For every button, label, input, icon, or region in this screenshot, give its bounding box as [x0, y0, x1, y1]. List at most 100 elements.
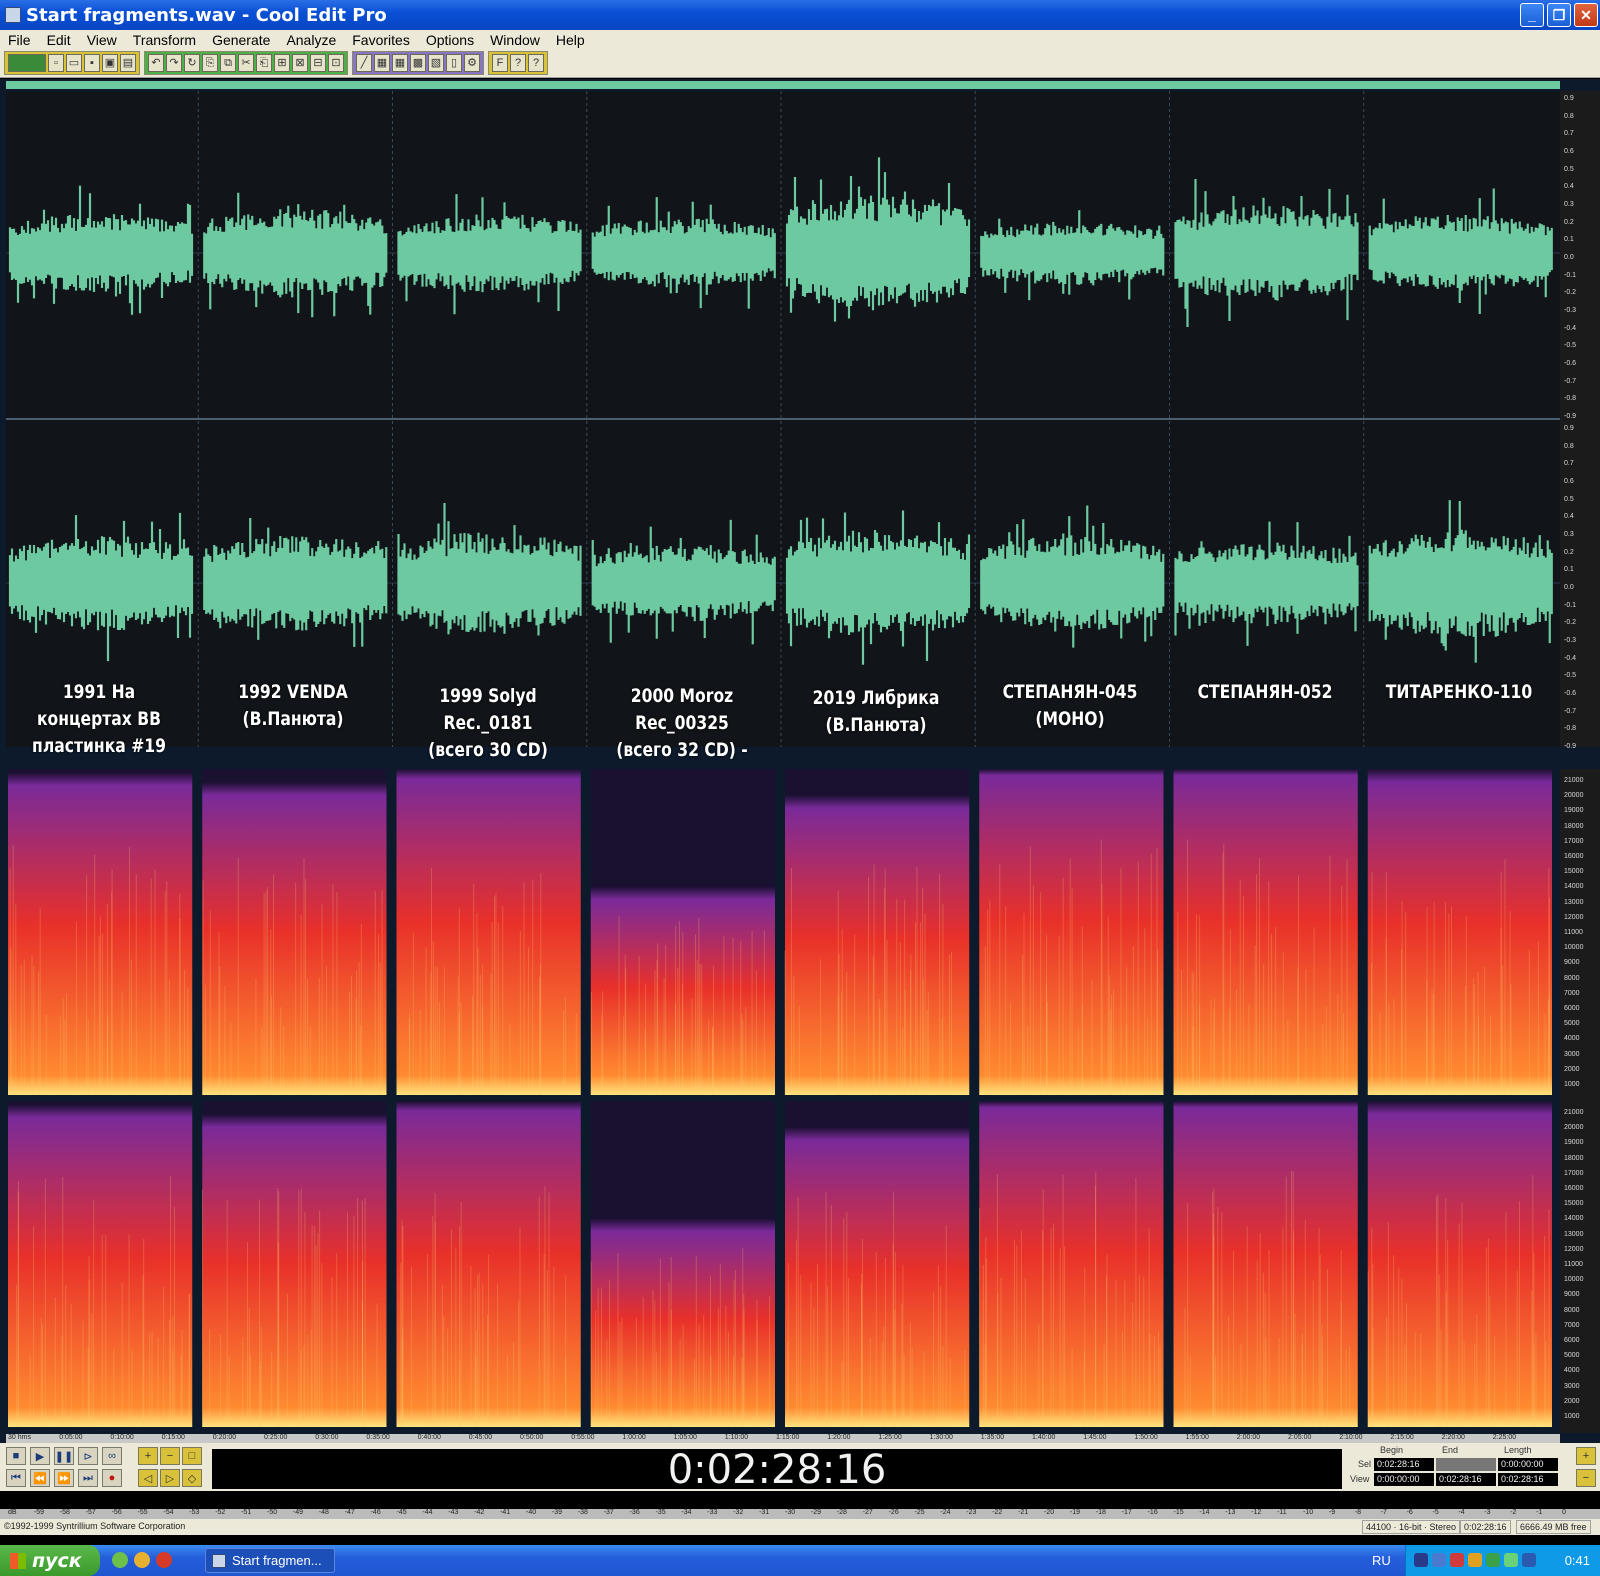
quicklaunch-opera-icon[interactable] [156, 1552, 172, 1568]
menu-help[interactable]: Help [548, 32, 593, 48]
amplitude-tick: 0.5 [1564, 165, 1574, 173]
overview-bar[interactable] [6, 81, 1560, 89]
level-tick: -47 [344, 1509, 355, 1516]
amplitude-tick: 0.8 [1564, 112, 1574, 120]
new-file-icon[interactable]: ▫ [48, 54, 64, 72]
sel-begin-field[interactable]: 0:02:28:16 [1374, 1458, 1434, 1471]
loop-icon[interactable]: ∞ [102, 1447, 122, 1465]
menu-edit[interactable]: Edit [39, 32, 79, 48]
menu-options[interactable]: Options [418, 32, 482, 48]
redo-icon[interactable]: ↷ [166, 54, 182, 72]
amplitude-tick: 0.7 [1564, 460, 1574, 468]
level-tick: dB [8, 1509, 17, 1516]
frequency-tick: 5000 [1564, 1352, 1580, 1360]
minimize-button[interactable]: _ [1520, 3, 1544, 27]
save-all-icon[interactable]: ▤ [120, 54, 136, 72]
open-file-icon[interactable]: ▭ [66, 54, 82, 72]
tray-app-icon[interactable] [1432, 1553, 1446, 1567]
grid-alt-icon[interactable]: ▩ [410, 54, 426, 72]
menu-generate[interactable]: Generate [204, 32, 278, 48]
start-button[interactable]: пуск [0, 1545, 100, 1576]
sel-end-field[interactable] [1436, 1458, 1496, 1471]
zoom-right-icon[interactable]: ▷ [160, 1469, 180, 1487]
tray-status-icon[interactable] [1486, 1553, 1500, 1567]
app-icon[interactable] [5, 7, 21, 23]
level-tick: -13 [1225, 1509, 1236, 1516]
menu-analyze[interactable]: Analyze [278, 32, 344, 48]
stop-icon[interactable]: ■ [6, 1447, 26, 1465]
menu-window[interactable]: Window [482, 32, 548, 48]
zoom-vertical-in-icon[interactable]: + [1576, 1447, 1596, 1465]
multitrack-toggle-icon[interactable] [8, 54, 46, 72]
undo-icon[interactable]: ↶ [148, 54, 164, 72]
play-icon[interactable]: ▶ [30, 1447, 50, 1465]
settings-icon[interactable]: ⚙ [464, 54, 480, 72]
copy-icon[interactable]: ⎘ [202, 54, 218, 72]
amplitude-tick: 0.4 [1564, 513, 1574, 521]
level-tick: 0 [1562, 1509, 1566, 1516]
toolbar-view-group: ╱ ▦ ▦ ▩ ▧ ▯ ⚙ [352, 51, 484, 75]
go-to-start-icon[interactable]: ⏮ [6, 1469, 26, 1487]
volume-icon[interactable] [1468, 1553, 1482, 1567]
zoom-in-icon[interactable]: + [138, 1447, 158, 1465]
copy-new-icon[interactable]: ⧉ [220, 54, 236, 72]
silence-icon[interactable]: ⊡ [328, 54, 344, 72]
save-icon[interactable]: ▣ [102, 54, 118, 72]
zoom-vertical-out-icon[interactable]: − [1576, 1469, 1596, 1487]
time-tick: 1:55:00 [1185, 1434, 1209, 1441]
paste-new-icon[interactable]: ⊞ [274, 54, 290, 72]
waveform-view-icon[interactable]: ╱ [356, 54, 372, 72]
view-begin-field[interactable]: 0:00:00:00 [1374, 1473, 1434, 1486]
mix-paste-icon[interactable]: ⊠ [292, 54, 308, 72]
view-length-field[interactable]: 0:02:28:16 [1498, 1473, 1558, 1486]
go-to-end-icon[interactable]: ⏭ [78, 1469, 98, 1487]
waveform-display[interactable] [6, 91, 1560, 747]
taskbar-task-cool-edit[interactable]: Start fragmen... [205, 1548, 335, 1573]
close-button[interactable]: ✕ [1574, 3, 1598, 27]
quicklaunch-browser-icon[interactable] [112, 1552, 128, 1568]
rewind-icon[interactable]: ⏪ [30, 1469, 50, 1487]
grid-view-icon[interactable]: ▦ [392, 54, 408, 72]
trim-icon[interactable]: ⊟ [310, 54, 326, 72]
zoom-selection-icon[interactable]: ◇ [182, 1469, 202, 1487]
menu-favorites[interactable]: Favorites [344, 32, 418, 48]
zoom-full-icon[interactable]: □ [182, 1447, 202, 1465]
time-tick: 1:00:00 [622, 1434, 646, 1441]
play-to-end-icon[interactable]: ⊳ [78, 1447, 98, 1465]
record-icon[interactable]: ● [102, 1469, 122, 1487]
context-help-icon[interactable]: ? [510, 54, 526, 72]
spectral-display[interactable] [6, 769, 1560, 1433]
fast-forward-icon[interactable]: ⏩ [54, 1469, 74, 1487]
help-icon[interactable]: ? [528, 54, 544, 72]
cut-icon[interactable]: ✂ [238, 54, 254, 72]
pause-icon[interactable]: ❚❚ [54, 1447, 74, 1465]
tray-display-icon[interactable] [1522, 1553, 1536, 1567]
time-tick: 1:30:00 [929, 1434, 953, 1441]
menu-transform[interactable]: Transform [125, 32, 204, 48]
menu-view[interactable]: View [79, 32, 125, 48]
restore-button[interactable]: ❐ [1547, 3, 1571, 27]
network-icon[interactable] [1414, 1553, 1428, 1567]
close-file-icon[interactable]: ▪ [84, 54, 100, 72]
favorites-icon[interactable]: F [492, 54, 508, 72]
level-tick: -16 [1147, 1509, 1158, 1516]
level-tick: -2 [1510, 1509, 1517, 1516]
quicklaunch-chrome-icon[interactable] [134, 1552, 150, 1568]
language-indicator[interactable]: RU [1372, 1553, 1391, 1568]
amplitude-tick: 0.9 [1564, 95, 1574, 102]
page-icon[interactable]: ▯ [446, 54, 462, 72]
menu-file[interactable]: File [0, 32, 39, 48]
sel-length-field[interactable]: 0:00:00:00 [1498, 1458, 1558, 1471]
zoom-left-icon[interactable]: ◁ [138, 1469, 158, 1487]
spectral-view-icon[interactable]: ▦ [374, 54, 390, 72]
safely-remove-icon[interactable] [1504, 1553, 1518, 1567]
editor-area[interactable]: 0.9 0.8 0.7 0.6 0.5 0.4 0.3 0.2 0.1 0.0 -0.1 -0.2 -0… [0, 79, 1600, 1443]
repeat-icon[interactable]: ↻ [184, 54, 200, 72]
amplitude-tick: -0.5 [1564, 672, 1577, 680]
paste-icon[interactable]: ⎗ [256, 54, 272, 72]
spectrogram-segment [1367, 1101, 1552, 1427]
frequency-analysis-icon[interactable]: ▧ [428, 54, 444, 72]
view-end-field[interactable]: 0:02:28:16 [1436, 1473, 1496, 1486]
antivirus-icon[interactable] [1450, 1553, 1464, 1567]
zoom-out-icon[interactable]: − [160, 1447, 180, 1465]
